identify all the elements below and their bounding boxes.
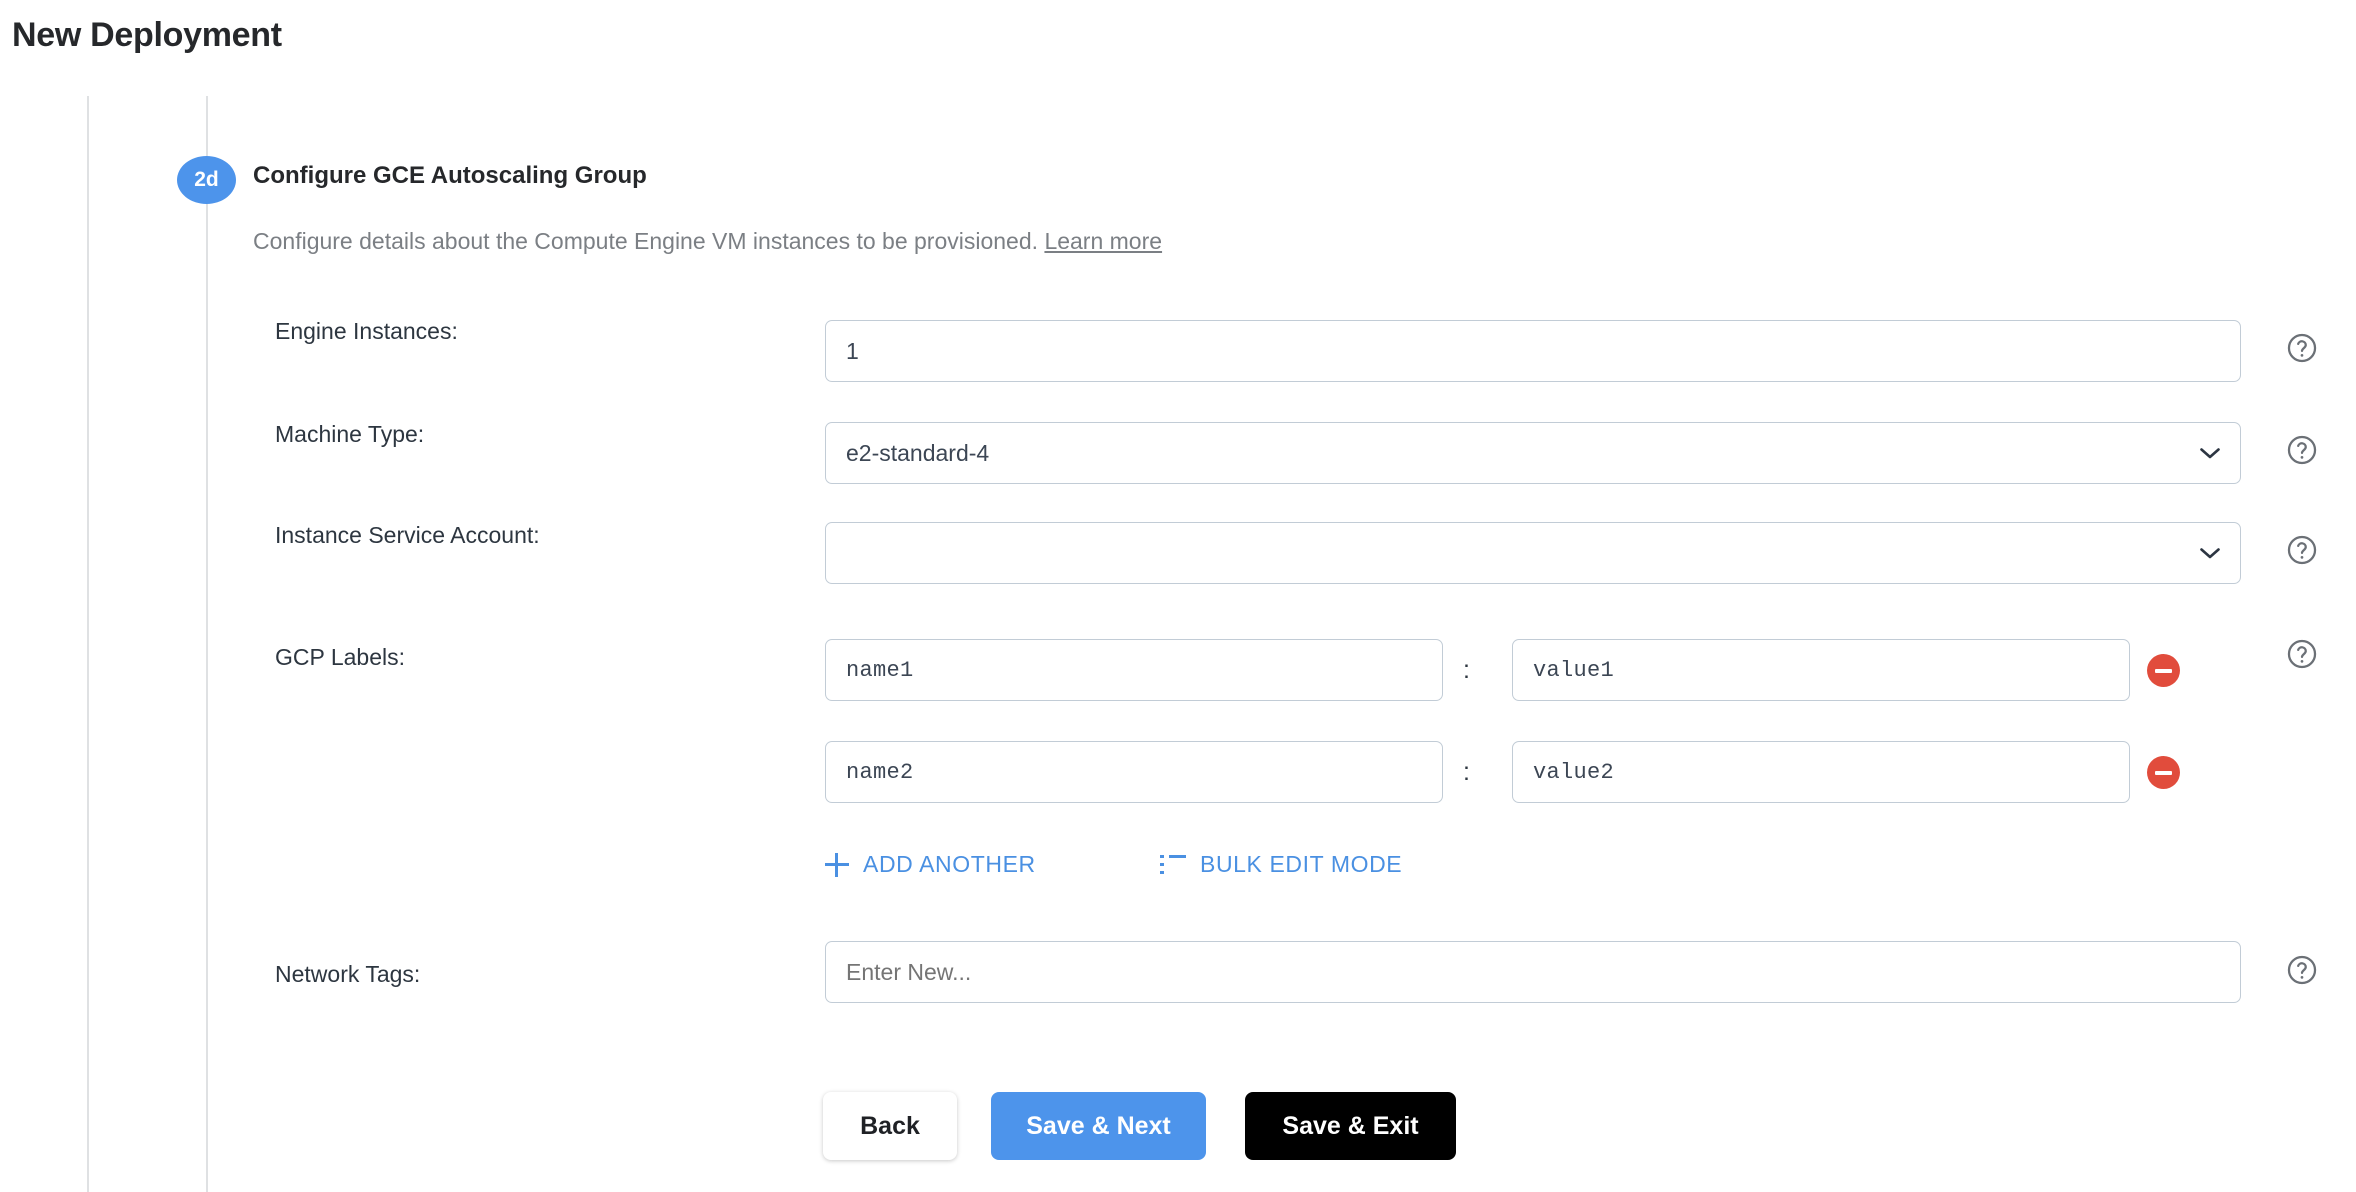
section-description: Configure details about the Compute Engi… — [253, 228, 1162, 255]
minus-circle-icon-remove-label-1[interactable] — [2147, 654, 2180, 687]
minus-circle-icon-remove-label-2[interactable] — [2147, 756, 2180, 789]
label-machine-type: Machine Type: — [275, 421, 425, 447]
section-description-text: Configure details about the Compute Engi… — [253, 228, 1039, 254]
label-instance-service-account: Instance Service Account: — [275, 522, 540, 548]
help-circle-icon-instance-service-account[interactable] — [2285, 533, 2319, 567]
section-heading: Configure GCE Autoscaling Group — [253, 162, 647, 189]
engine-instances-input[interactable]: 1 — [825, 320, 2241, 382]
new-deployment-page: New Deployment 2d Configure GCE Autoscal… — [0, 0, 2356, 1192]
stepper-rail-inner — [206, 96, 208, 1192]
step-badge: 2d — [177, 156, 236, 204]
gcp-label-separator: : — [1463, 758, 1470, 786]
learn-more-link[interactable]: Learn more — [1044, 228, 1162, 254]
gcp-label-key-input[interactable]: name1 — [825, 639, 1443, 701]
minus-bar — [2155, 668, 2172, 673]
machine-type-select[interactable]: e2-standard-4 — [825, 422, 2241, 484]
add-another-label: ADD ANOTHER — [863, 851, 1036, 877]
help-circle-icon-machine-type[interactable] — [2285, 433, 2319, 467]
bulk-edit-mode-button[interactable]: BULK EDIT MODE — [1160, 851, 1402, 878]
plus-icon — [825, 852, 849, 877]
page-title: New Deployment — [12, 16, 282, 54]
help-circle-icon-engine-instances[interactable] — [2285, 331, 2319, 365]
bulk-edit-mode-label: BULK EDIT MODE — [1200, 851, 1403, 877]
save-next-button[interactable]: Save & Next — [991, 1092, 1206, 1160]
label-gcp-labels: GCP Labels: — [275, 644, 405, 670]
gcp-label-value-input[interactable]: value2 — [1512, 741, 2130, 803]
label-engine-instances: Engine Instances: — [275, 318, 458, 344]
save-exit-button[interactable]: Save & Exit — [1245, 1092, 1456, 1160]
back-button[interactable]: Back — [823, 1092, 957, 1160]
instance-service-account-select[interactable] — [825, 522, 2241, 584]
help-circle-icon-gcp-labels[interactable] — [2285, 637, 2319, 671]
gcp-label-separator: : — [1463, 656, 1470, 684]
gcp-label-value-input[interactable]: value1 — [1512, 639, 2130, 701]
gcp-label-key-input[interactable]: name2 — [825, 741, 1443, 803]
add-another-button[interactable]: ADD ANOTHER — [825, 851, 1036, 878]
instance-service-account-value — [825, 522, 2241, 584]
label-network-tags: Network Tags: — [275, 961, 421, 987]
network-tags-input[interactable] — [825, 941, 2241, 1003]
minus-bar — [2155, 770, 2172, 775]
help-circle-icon-network-tags[interactable] — [2285, 953, 2319, 987]
list-icon — [1160, 854, 1186, 875]
machine-type-value: e2-standard-4 — [825, 422, 2241, 484]
stepper-rail-outer — [87, 96, 89, 1192]
